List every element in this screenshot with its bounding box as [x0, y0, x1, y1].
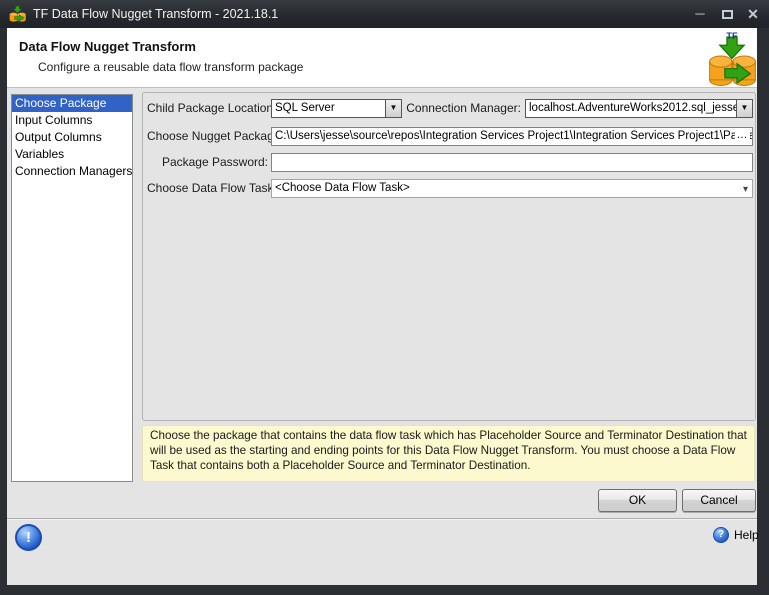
choose-package-panel: Child Package Location: SQL Server ▼ Con…	[142, 92, 756, 421]
connection-manager-select[interactable]: localhost.AdventureWorks2012.sql_jesseS …	[525, 99, 753, 118]
cancel-button[interactable]: Cancel	[682, 489, 756, 512]
maximize-button[interactable]	[715, 0, 739, 28]
browse-button[interactable]: …	[735, 128, 750, 145]
description-box: Choose the package that contains the dat…	[142, 425, 755, 482]
sidebar-item-variables[interactable]: Variables	[12, 146, 132, 163]
sidebar-item-input-columns[interactable]: Input Columns	[12, 112, 132, 129]
connection-manager-value: localhost.AdventureWorks2012.sql_jesseS	[529, 102, 747, 114]
nugget-package-label: Choose Nugget Package:	[147, 129, 284, 143]
data-flow-task-value: <Choose Data Flow Task>	[275, 182, 410, 194]
child-package-location-label: Child Package Location:	[147, 101, 277, 115]
help-icon[interactable]: ?	[713, 527, 729, 543]
page-subtitle: Configure a reusable data flow transform…	[38, 60, 304, 74]
child-package-location-select[interactable]: SQL Server ▼	[271, 99, 402, 118]
data-flow-task-select[interactable]: <Choose Data Flow Task> ▾	[271, 179, 753, 198]
sidebar-item-output-columns[interactable]: Output Columns	[12, 129, 132, 146]
dialog-header: Data Flow Nugget Transform Configure a r…	[7, 28, 757, 88]
titlebar: TF Data Flow Nugget Transform - 2021.18.…	[0, 0, 769, 28]
close-button[interactable]: ✕	[741, 0, 765, 28]
app-icon	[9, 5, 26, 22]
package-password-label: Package Password:	[161, 155, 268, 169]
nugget-package-input[interactable]: C:\Users\jesse\source\repos\Integration …	[271, 127, 753, 146]
dialog-content: Data Flow Nugget Transform Configure a r…	[7, 28, 759, 585]
maximize-icon	[721, 10, 733, 19]
data-flow-task-label: Choose Data Flow Task:	[147, 181, 277, 195]
footer-divider-highlight	[7, 519, 757, 520]
help-link[interactable]: Help	[734, 528, 759, 542]
chevron-down-icon[interactable]: ▼	[736, 100, 752, 117]
connection-manager-label: Connection Manager:	[406, 101, 521, 115]
transform-icon: TF	[709, 31, 756, 86]
sidebar-item-choose-package[interactable]: Choose Package	[12, 95, 132, 112]
settings-pages-list: Choose Package Input Columns Output Colu…	[11, 94, 133, 482]
nugget-package-value: C:\Users\jesse\source\repos\Integration …	[275, 130, 753, 142]
package-password-input[interactable]	[271, 153, 753, 172]
minimize-button[interactable]: ─	[688, 0, 712, 28]
sidebar-item-connection-managers[interactable]: Connection Managers	[12, 163, 132, 180]
ok-button[interactable]: OK	[598, 489, 677, 512]
window-title: TF Data Flow Nugget Transform - 2021.18.…	[33, 7, 279, 21]
info-icon: !	[15, 524, 42, 551]
chevron-down-icon[interactable]: ▾	[743, 181, 748, 197]
page-title: Data Flow Nugget Transform	[19, 39, 196, 54]
app-window: TF Data Flow Nugget Transform - 2021.18.…	[0, 0, 769, 595]
svg-text:TF: TF	[726, 31, 738, 41]
chevron-down-icon[interactable]: ▼	[385, 100, 401, 117]
child-package-location-value: SQL Server	[275, 102, 335, 114]
